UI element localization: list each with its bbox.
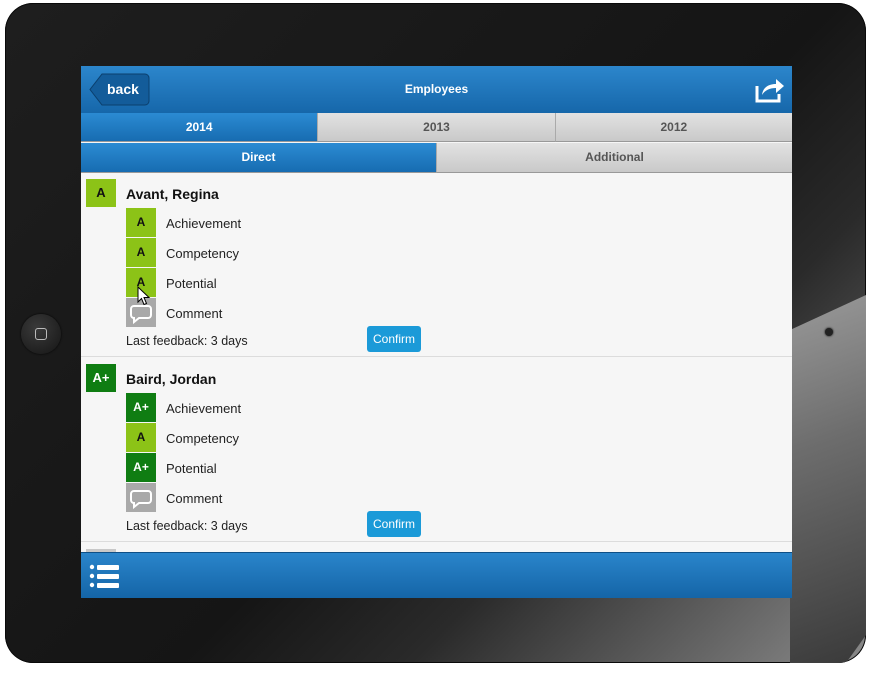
share-icon[interactable] — [754, 76, 786, 104]
tab-2013[interactable]: 2013 — [318, 113, 556, 142]
employee-name[interactable]: Baird, Jordan — [126, 371, 216, 387]
bezel-highlight — [790, 295, 866, 663]
tab-2012[interactable]: 2012 — [555, 113, 792, 142]
grade-badge[interactable]: A+ — [126, 393, 156, 422]
rating-label: Potential — [166, 461, 217, 476]
rating-label: Competency — [166, 246, 239, 261]
rating-label: Potential — [166, 276, 217, 291]
page-title: Employees — [404, 82, 469, 96]
employee-card: A+ Baird, Jordan A+ Achievement A Compet… — [81, 357, 792, 542]
grade-badge[interactable]: A — [126, 208, 156, 237]
comment-label: Comment — [166, 491, 223, 506]
employee-list: A Avant, Regina A Achievement A Competen… — [81, 172, 792, 552]
top-bar: back Employees — [81, 66, 792, 113]
grade-badge[interactable]: A+ — [126, 453, 156, 482]
last-feedback: Last feedback: 3 days — [126, 519, 248, 533]
list-icon[interactable] — [89, 562, 121, 597]
mouse-pointer-icon — [137, 285, 151, 311]
grade-badge[interactable]: A — [126, 238, 156, 267]
comment-icon[interactable] — [126, 483, 156, 512]
rating-label: Achievement — [166, 216, 242, 231]
confirm-button[interactable]: Confirm — [367, 511, 421, 537]
rating-label: Achievement — [166, 401, 242, 416]
bottom-bar — [81, 552, 792, 598]
app-screen: back Employees 2014 2013 2012 Direct Add… — [81, 66, 792, 598]
year-tabs: 2014 2013 2012 — [81, 113, 792, 142]
rating-label: Competency — [166, 431, 239, 446]
overall-grade-badge: A+ — [86, 364, 116, 392]
tab-direct[interactable]: Direct — [81, 143, 437, 173]
comment-label: Comment — [166, 306, 223, 321]
employee-name[interactable]: Avant, Regina — [126, 186, 219, 202]
last-feedback: Last feedback: 3 days — [126, 334, 248, 348]
home-button[interactable] — [21, 314, 61, 354]
grade-badge[interactable]: A — [126, 423, 156, 452]
tab-2014[interactable]: 2014 — [81, 113, 319, 142]
tab-additional[interactable]: Additional — [437, 143, 792, 173]
confirm-button[interactable]: Confirm — [367, 326, 421, 352]
group-tabs: Direct Additional — [81, 143, 792, 173]
employee-card: A Avant, Regina A Achievement A Competen… — [81, 172, 792, 357]
overall-grade-badge: A — [86, 179, 116, 207]
camera — [825, 328, 833, 336]
